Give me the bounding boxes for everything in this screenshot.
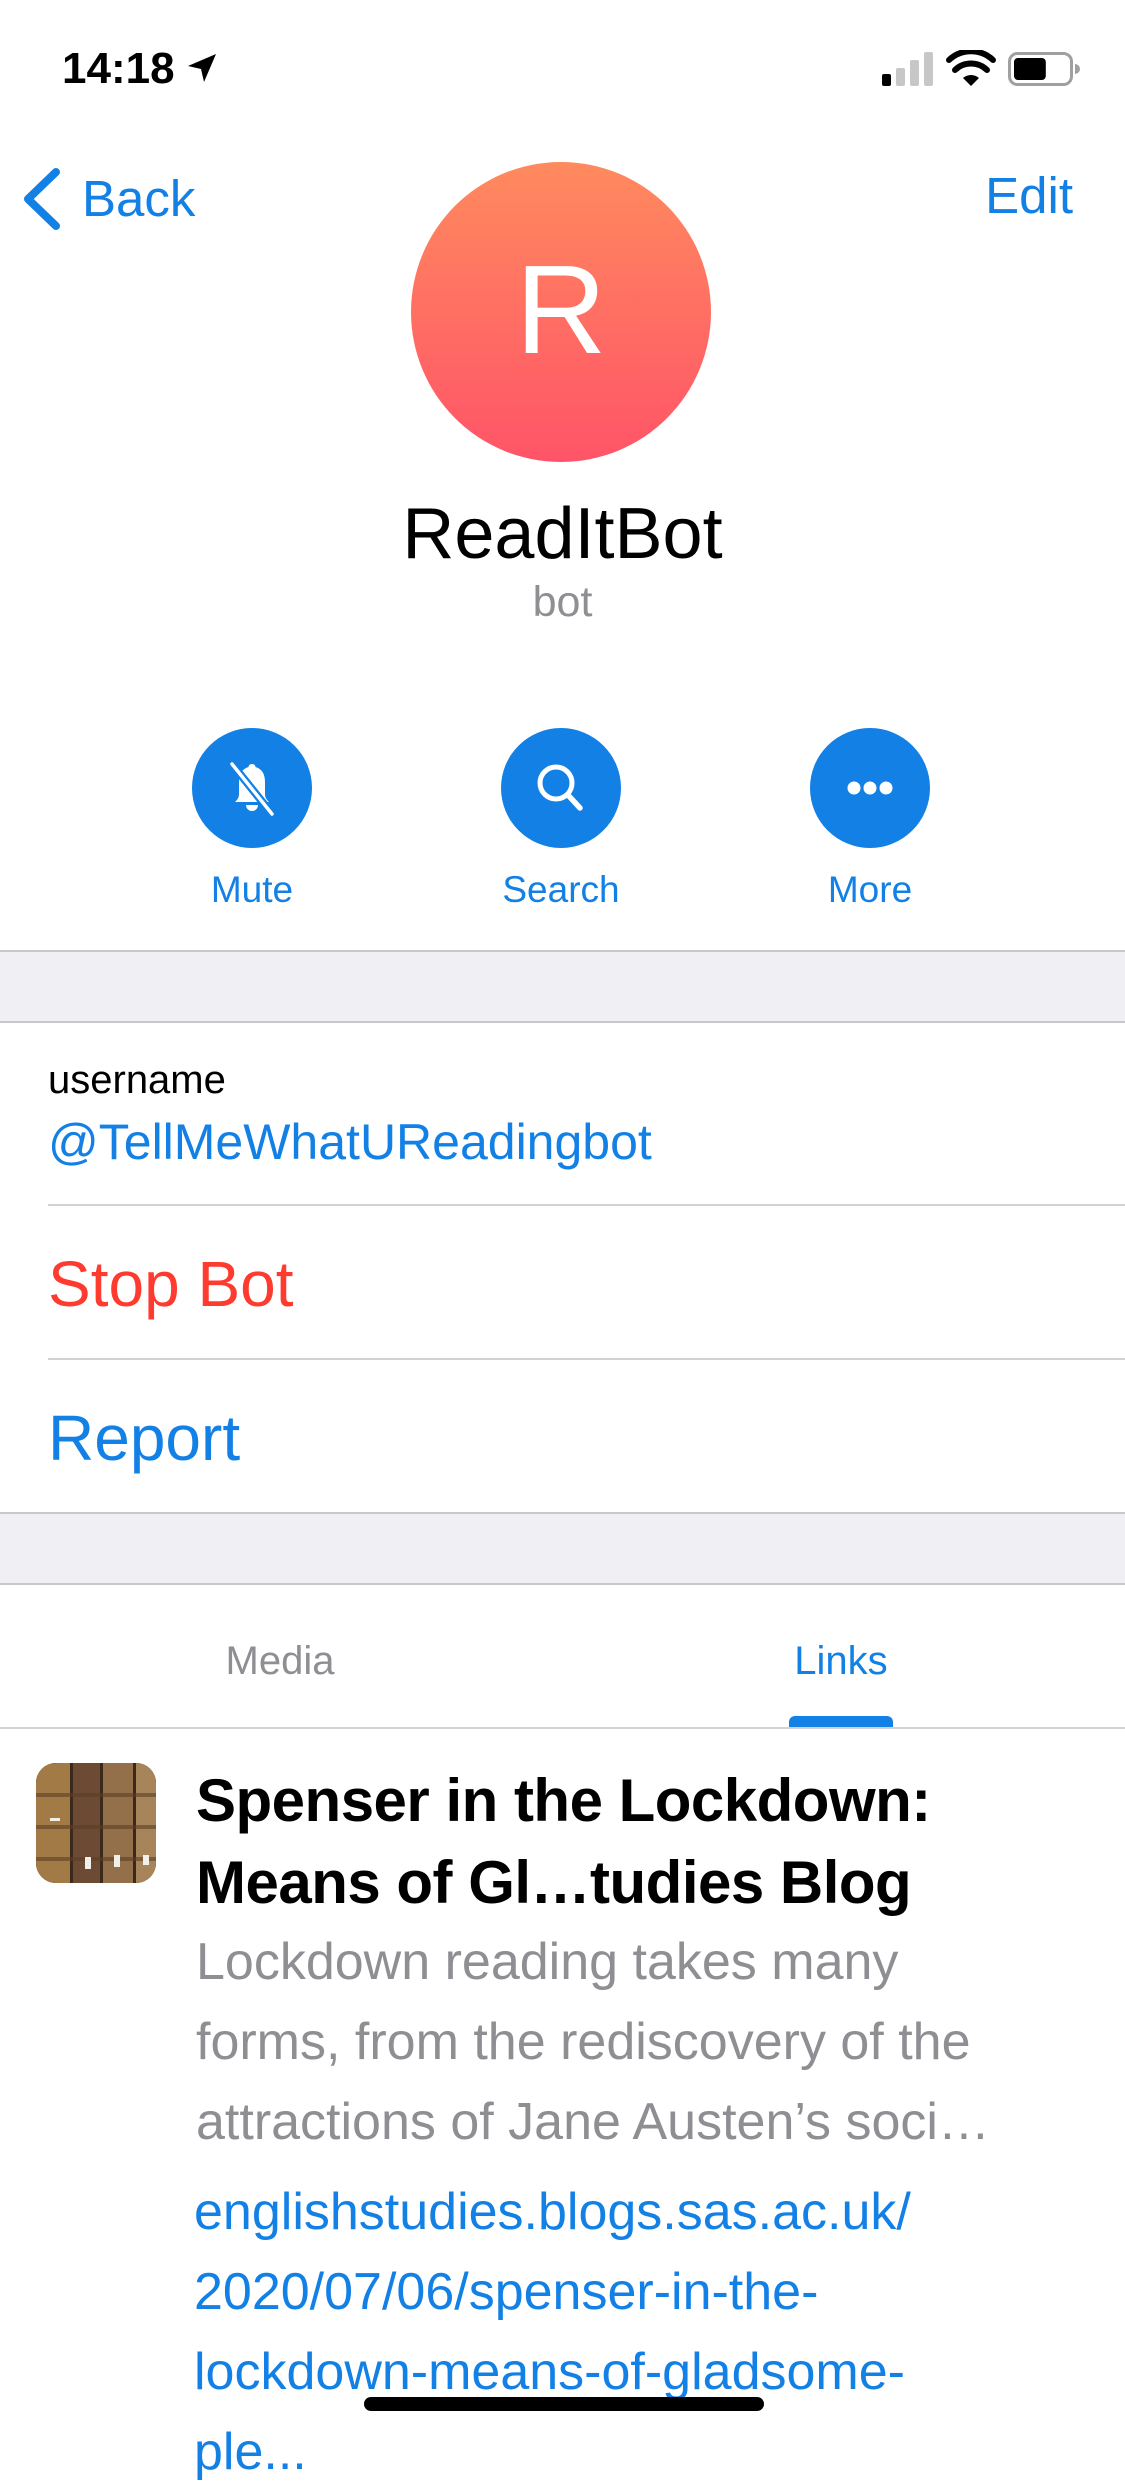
row-divider [48,1204,1125,1206]
signal-bar [910,60,919,86]
home-indicator[interactable] [364,2397,764,2411]
back-button[interactable]: Back [20,164,195,234]
more-circle [810,728,930,848]
search-label: Search [502,869,620,910]
link-url-line: englishstudies.blogs.sas.ac.uk/ [194,2183,911,2241]
mute-circle [192,728,312,848]
status-time: 14:18 [62,44,175,93]
signal-bar [896,68,905,86]
more-label: More [827,869,913,910]
battery-fill [1014,58,1046,80]
avatar-initial: R [515,239,607,380]
signal-bar [924,52,933,86]
edit-button[interactable]: Edit [985,166,1073,226]
search-button[interactable]: Search [461,728,661,912]
mute-button[interactable]: Mute [152,728,352,912]
link-url[interactable]: englishstudies.blogs.sas.ac.uk/ 2020/07/… [194,2172,1094,2492]
search-icon [537,764,583,811]
profile-name: ReadItBot [402,494,723,574]
tabs-divider [0,1727,1125,1729]
signal-bar [882,74,891,86]
link-title-line: Spenser in the Lockdown: [196,1767,931,1834]
row-divider [48,1358,1125,1360]
tab-links[interactable]: Links [721,1636,961,1686]
search-circle [501,728,621,848]
report-button[interactable]: Report [48,1400,240,1476]
link-description-line: forms, from the rediscovery of the [196,2013,971,2071]
avatar[interactable]: R [411,162,711,462]
username-label: username [48,1058,226,1102]
stop-bot-button[interactable]: Stop Bot [48,1246,294,1322]
username-link[interactable]: @TellMeWhatUReadingbot [48,1112,652,1172]
chevron-left-icon [24,168,60,230]
bell-slash-icon [228,761,276,817]
link-url-line: 2020/07/06/spenser-in-the- [194,2263,819,2321]
back-label: Back [82,170,196,227]
mute-label: Mute [210,869,294,910]
link-description: Lockdown reading takes many forms, from … [196,1922,1076,2162]
section-separator [0,1512,1125,1585]
tab-media[interactable]: Media [160,1636,400,1686]
link-thumbnail[interactable] [36,1763,156,1883]
link-title-line: Means of Gl…tudies Blog [196,1849,912,1916]
signal-strength-icon [882,52,933,86]
link-description-line: Lockdown reading takes many [196,1933,899,1991]
link-url-line: ple... [194,2423,307,2481]
profile-subtitle: bot [532,578,593,626]
link-description-line: attractions of Jane Austen’s soci… [196,2093,990,2151]
section-separator [0,950,1125,1023]
more-button[interactable]: More [770,728,970,912]
location-arrow-icon [188,54,216,82]
link-title[interactable]: Spenser in the Lockdown: Means of Gl…tud… [196,1760,1076,1924]
battery-icon [1008,52,1080,86]
books-thumbnail [36,1763,156,1883]
more-dots-icon [847,781,893,795]
wifi-icon [946,50,996,86]
